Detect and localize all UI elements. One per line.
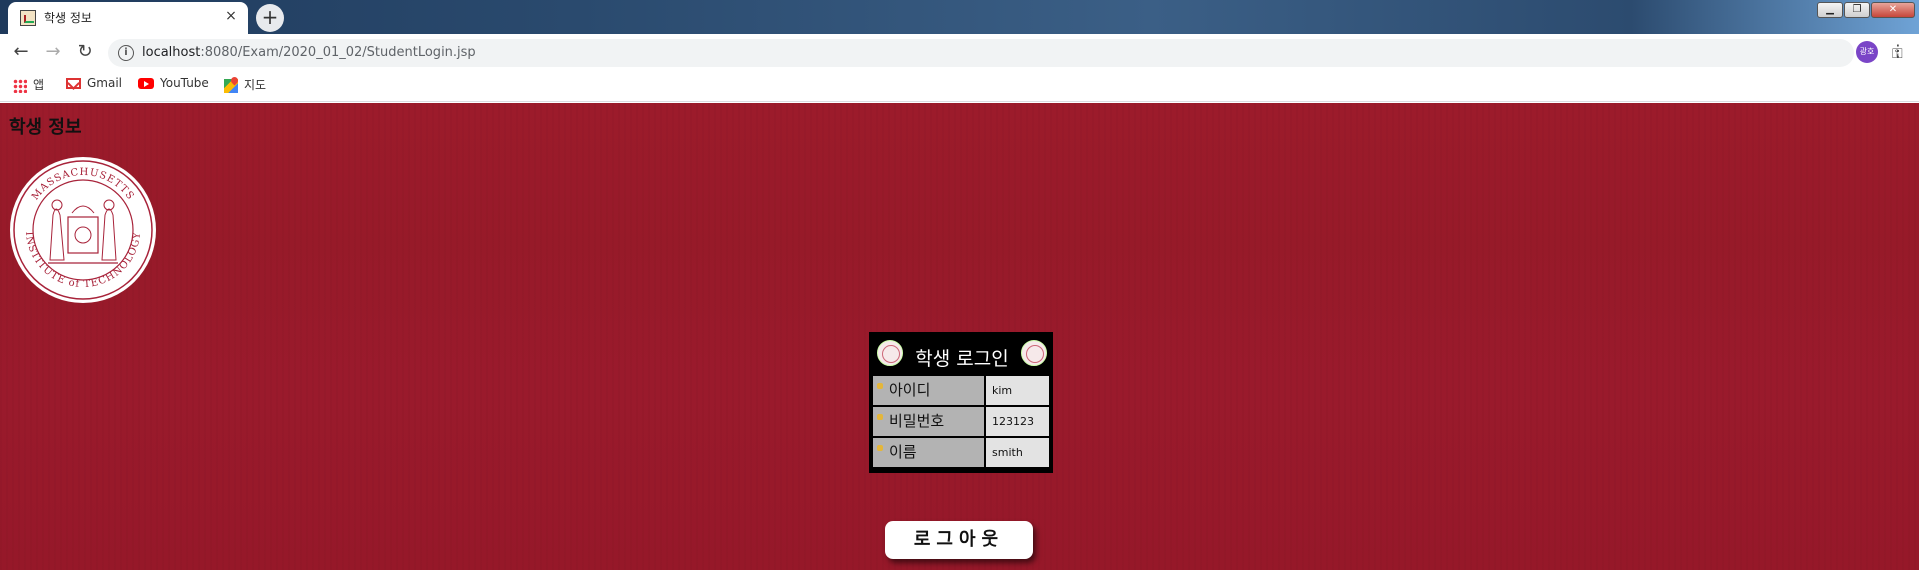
site-info-icon[interactable]: i xyxy=(118,45,134,61)
page-content: 학생 정보 MASSACHUSETTS INSTITUTE of TECHNOL… xyxy=(0,103,1919,570)
row-value: 123123 xyxy=(986,407,1049,436)
row-label: 비밀번호 xyxy=(873,407,984,436)
window-close-button[interactable]: ✕ xyxy=(1871,2,1915,18)
bullet-icon xyxy=(877,445,883,451)
login-title: 학생 로그인 xyxy=(915,348,1009,370)
browser-titlebar: 학생 정보 × + ▁ ❐ ✕ xyxy=(0,0,1919,34)
logout-button[interactable]: 로그아웃 xyxy=(885,521,1033,559)
favicon-icon xyxy=(20,10,36,26)
tab-title: 학생 정보 xyxy=(44,11,92,25)
table-row: 이름 smith xyxy=(873,438,1049,467)
browser-toolbar: ← → ↻ i localhost:8080/Exam/2020_01_02/S… xyxy=(0,34,1919,70)
row-value: kim xyxy=(986,376,1049,405)
login-header: 학생 로그인 xyxy=(871,334,1051,374)
bookmarks-bar: 앱 Gmail YouTube 지도 xyxy=(0,70,1919,102)
page-title: 학생 정보 xyxy=(9,117,82,138)
bookmark-label: 지도 xyxy=(244,78,267,92)
bookmark-label: YouTube xyxy=(160,76,209,90)
url-text[interactable]: localhost:8080/Exam/2020_01_02/StudentLo… xyxy=(142,45,476,60)
row-label-text: 아이디 xyxy=(889,381,931,399)
apps-icon xyxy=(13,78,27,93)
bullet-icon xyxy=(877,414,883,420)
row-label-text: 비밀번호 xyxy=(889,412,945,430)
address-bar[interactable]: i localhost:8080/Exam/2020_01_02/Student… xyxy=(108,39,1903,67)
profile-avatar[interactable]: 광호 xyxy=(1856,41,1878,63)
youtube-icon xyxy=(138,78,154,89)
maps-icon xyxy=(224,78,238,93)
browser-tab[interactable]: 학생 정보 × xyxy=(8,2,248,34)
tab-close-icon[interactable]: × xyxy=(222,7,240,25)
row-value: smith xyxy=(986,438,1049,467)
gmail-icon xyxy=(66,78,81,89)
forward-arrow-icon[interactable]: → xyxy=(41,41,65,65)
seal-icon xyxy=(1021,340,1047,366)
window-maximize-button[interactable]: ❐ xyxy=(1844,2,1870,18)
reload-icon[interactable]: ↻ xyxy=(73,41,97,65)
row-label: 이름 xyxy=(873,438,984,467)
back-arrow-icon[interactable]: ← xyxy=(9,41,33,65)
seal-icon xyxy=(877,340,903,366)
url-path: :8080/Exam/2020_01_02/StudentLogin.jsp xyxy=(200,45,476,60)
table-row: 아이디 kim xyxy=(873,376,1049,405)
new-tab-button[interactable]: + xyxy=(256,4,284,32)
student-login-panel: 학생 로그인 아이디 kim 비밀번호 123123 이름 smith xyxy=(869,332,1053,473)
bookmark-apps[interactable]: 앱 xyxy=(13,76,44,96)
url-host: localhost xyxy=(142,45,201,60)
bookmark-label: Gmail xyxy=(87,76,123,90)
bookmark-youtube[interactable]: YouTube xyxy=(138,76,209,96)
table-row: 비밀번호 123123 xyxy=(873,407,1049,436)
bullet-icon xyxy=(877,383,883,389)
bookmark-maps[interactable]: 지도 xyxy=(224,76,266,96)
mit-seal-logo: MASSACHUSETTS INSTITUTE of TECHNOLOGY xyxy=(10,157,156,303)
row-label: 아이디 xyxy=(873,376,984,405)
bookmark-label: 앱 xyxy=(33,78,45,92)
bookmark-gmail[interactable]: Gmail xyxy=(66,76,122,96)
window-minimize-button[interactable]: ▁ xyxy=(1817,2,1843,18)
menu-icon[interactable]: ⋮ xyxy=(1890,41,1906,60)
row-label-text: 이름 xyxy=(889,443,917,461)
